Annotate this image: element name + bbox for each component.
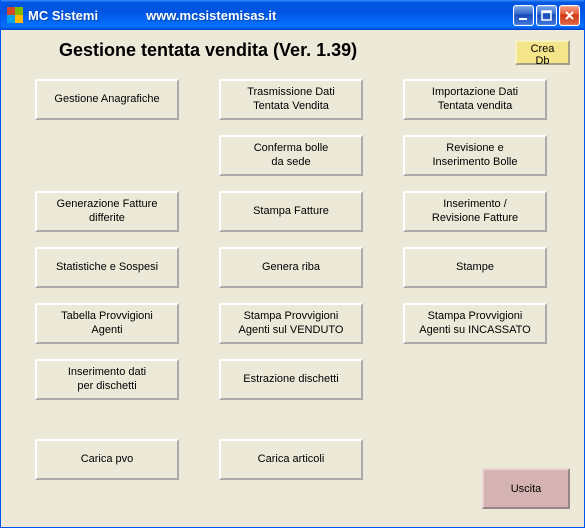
app-icon xyxy=(7,7,23,23)
stampe-button[interactable]: Stampe xyxy=(403,247,547,288)
titlebar: MC Sistemi www.mcsistemisas.it xyxy=(1,0,584,30)
importazione-dati-button[interactable]: Importazione Dati Tentata vendita xyxy=(403,79,547,120)
conferma-bolle-button[interactable]: Conferma bolle da sede xyxy=(219,135,363,176)
maximize-button[interactable] xyxy=(536,5,557,26)
window-url: www.mcsistemisas.it xyxy=(146,8,513,23)
stampa-fatture-button[interactable]: Stampa Fatture xyxy=(219,191,363,232)
statistiche-sospesi-button[interactable]: Statistiche e Sospesi xyxy=(35,247,179,288)
header-row: Gestione tentata vendita (Ver. 1.39) Cre… xyxy=(15,40,570,65)
close-button[interactable] xyxy=(559,5,580,26)
estrazione-dischetti-button[interactable]: Estrazione dischetti xyxy=(219,359,363,400)
app-window: MC Sistemi www.mcsistemisas.it Gestione … xyxy=(0,0,585,528)
window-title: MC Sistemi xyxy=(28,8,98,23)
uscita-button[interactable]: Uscita xyxy=(482,468,570,509)
stampa-provvigioni-incassato-button[interactable]: Stampa Provvigioni Agenti su INCASSATO xyxy=(403,303,547,344)
stampa-provvigioni-venduto-button[interactable]: Stampa Provvigioni Agenti sul VENDUTO xyxy=(219,303,363,344)
inserimento-fatture-button[interactable]: Inserimento / Revisione Fatture xyxy=(403,191,547,232)
inserimento-dischetti-button[interactable]: Inserimento dati per dischetti xyxy=(35,359,179,400)
tabella-provvigioni-button[interactable]: Tabella Provvigioni Agenti xyxy=(35,303,179,344)
page-title: Gestione tentata vendita (Ver. 1.39) xyxy=(59,40,515,61)
carica-pvo-button[interactable]: Carica pvo xyxy=(35,439,179,480)
generazione-fatture-button[interactable]: Generazione Fatture differite xyxy=(35,191,179,232)
client-area: Gestione tentata vendita (Ver. 1.39) Cre… xyxy=(1,30,584,527)
carica-articoli-button[interactable]: Carica articoli xyxy=(219,439,363,480)
crea-db-button[interactable]: Crea Db xyxy=(515,40,570,65)
minimize-button[interactable] xyxy=(513,5,534,26)
gestione-anagrafiche-button[interactable]: Gestione Anagrafiche xyxy=(35,79,179,120)
revisione-bolle-button[interactable]: Revisione e Inserimento Bolle xyxy=(403,135,547,176)
trasmissione-dati-button[interactable]: Trasmissione Dati Tentata Vendita xyxy=(219,79,363,120)
button-grid: Gestione Anagrafiche Trasmissione Dati T… xyxy=(15,79,570,509)
genera-riba-button[interactable]: Genera riba xyxy=(219,247,363,288)
window-controls xyxy=(513,5,580,26)
